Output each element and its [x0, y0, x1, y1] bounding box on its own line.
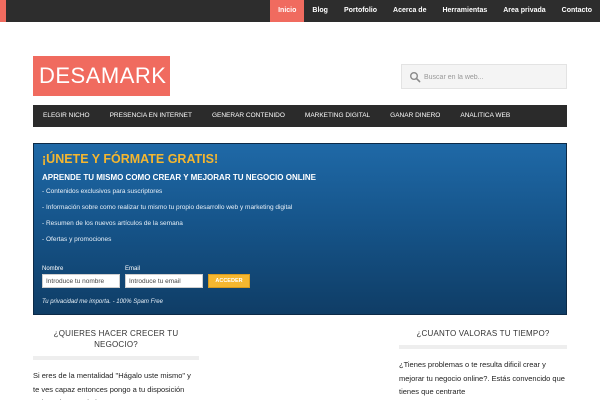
search-icon[interactable]: [409, 71, 421, 83]
optin-subheadline: APRENDE TU MISMO COMO CREAR Y MEJORAR TU…: [42, 173, 316, 182]
privacy-note: Tu privacidad me importa. - 100% Spam Fr…: [42, 299, 163, 305]
top-bar-accent: [0, 0, 6, 22]
search-box: [401, 64, 567, 89]
widget-right-text: ¿Tienes problemas o te resulta dificil c…: [399, 360, 565, 396]
search-input[interactable]: [424, 69, 562, 85]
optin-bullet: - Información sobre como realizar tu mis…: [42, 204, 293, 211]
main-navigation: ELEGIR NICHO PRESENCIA EN INTERNET GENER…: [33, 105, 567, 127]
email-field-label: Email: [125, 266, 141, 272]
widget-left: ¿QUIERES HACER CRECER TU NEGOCIO? Si ere…: [33, 328, 199, 400]
acceder-button[interactable]: ACCEDER: [208, 274, 250, 288]
email-field[interactable]: [125, 274, 203, 288]
optin-bullet: - Ofertas y promociones: [42, 236, 112, 243]
name-field-label: Nombre: [42, 266, 64, 272]
mainnav-item-ganar-dinero[interactable]: GANAR DINERO: [380, 105, 450, 127]
topnav-item-herramientas[interactable]: Herramientas: [434, 0, 495, 22]
widget-right-title: ¿CUANTO VALORAS TU TIEMPO?: [416, 329, 550, 338]
topnav-item-acerca-de[interactable]: Acerca de: [385, 0, 434, 22]
optin-bullet: - Contenidos exclusivos para suscriptore…: [42, 188, 163, 195]
newsletter-optin-box: ¡ÚNETE Y FÓRMATE GRATIS! APRENDE TU MISM…: [33, 143, 567, 315]
optin-headline: ¡ÚNETE Y FÓRMATE GRATIS!: [42, 152, 219, 166]
name-field[interactable]: [42, 274, 120, 288]
top-bar: Inicio Blog Portofolio Acerca de Herrami…: [0, 0, 600, 22]
widget-left-divider: [33, 356, 199, 360]
topnav-item-blog[interactable]: Blog: [304, 0, 336, 22]
widget-right: ¿CUANTO VALORAS TU TIEMPO? ¿Tienes probl…: [399, 328, 567, 399]
topnav-item-portofolio[interactable]: Portofolio: [336, 0, 385, 22]
topnav-item-contacto[interactable]: Contacto: [554, 0, 600, 22]
widget-right-divider: [399, 345, 567, 349]
top-navigation: Inicio Blog Portofolio Acerca de Herrami…: [270, 0, 600, 22]
topnav-item-area-privada[interactable]: Area privada: [495, 0, 553, 22]
mainnav-item-presencia-en-internet[interactable]: PRESENCIA EN INTERNET: [100, 105, 202, 127]
widget-left-text: Si eres de la mentalidad "Hágalo uste mi…: [33, 371, 191, 400]
mainnav-item-elegir-nicho[interactable]: ELEGIR NICHO: [33, 105, 100, 127]
mainnav-item-analitica-web[interactable]: ANALITICA WEB: [450, 105, 520, 127]
topnav-item-inicio[interactable]: Inicio: [270, 0, 305, 22]
optin-bullet: - Resumen de los nuevos artículos de la …: [42, 220, 183, 227]
mainnav-item-marketing-digital[interactable]: MARKETING DIGITAL: [295, 105, 380, 127]
site-logo[interactable]: DESAMARK: [33, 56, 170, 96]
mainnav-item-generar-contenido[interactable]: GENERAR CONTENIDO: [202, 105, 295, 127]
widget-left-title: ¿QUIERES HACER CRECER TU NEGOCIO?: [53, 329, 179, 349]
